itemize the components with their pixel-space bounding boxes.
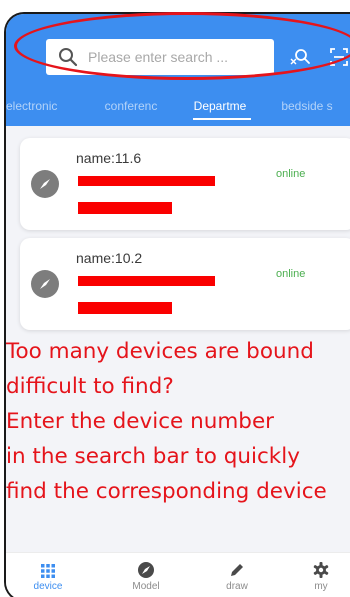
device-card[interactable]: name:11.6 online — [20, 138, 350, 230]
nav-device[interactable]: device — [18, 553, 78, 597]
promo-annotation: Too many devices are bound difficult to … — [6, 334, 350, 509]
promo-line: Too many devices are bound — [6, 339, 314, 364]
redaction-bar — [78, 176, 215, 186]
nav-draw[interactable]: draw — [207, 553, 267, 597]
device-name: name:10.2 — [76, 250, 143, 266]
redaction-bar — [78, 202, 172, 214]
tab-electronic[interactable]: electronic — [6, 92, 91, 126]
category-tabs: electronic conferenc Departme bedside s — [6, 92, 350, 126]
tab-conference[interactable]: conferenc — [91, 92, 171, 126]
gear-icon — [313, 562, 329, 578]
compass-icon — [138, 562, 154, 578]
device-name: name:11.6 — [76, 150, 142, 166]
bottom-nav: device Model draw my — [6, 552, 350, 597]
nav-model[interactable]: Model — [116, 553, 176, 597]
search-input[interactable] — [88, 49, 258, 65]
nav-my[interactable]: my — [291, 553, 350, 597]
search-box[interactable] — [46, 39, 274, 75]
nav-label: Model — [132, 581, 160, 592]
search-icon — [59, 48, 78, 67]
app-header: electronic conferenc Departme bedside s — [6, 14, 350, 126]
tab-department[interactable]: Departme — [181, 92, 259, 126]
redaction-bar — [78, 302, 172, 314]
promo-line: Enter the device number — [6, 409, 275, 434]
compass-icon — [31, 270, 59, 298]
status-badge: online — [276, 168, 306, 180]
nav-label: my — [314, 581, 328, 592]
status-badge: online — [276, 268, 306, 280]
compass-icon — [31, 170, 59, 198]
search-scan-icon[interactable] — [287, 44, 313, 70]
phone-frame: electronic conferenc Departme bedside s … — [4, 12, 350, 597]
promo-line: find the corresponding device — [6, 479, 327, 504]
grid-icon — [41, 564, 55, 578]
device-card[interactable]: name:10.2 online — [20, 238, 350, 330]
pencil-icon — [231, 564, 243, 576]
promo-line: in the search bar to quickly — [6, 444, 300, 469]
nav-label: device — [33, 581, 63, 592]
tab-bedside[interactable]: bedside s — [267, 92, 347, 126]
scan-frame-icon[interactable] — [326, 44, 350, 70]
promo-line: difficult to find? — [6, 374, 174, 399]
redaction-bar — [78, 276, 215, 286]
nav-label: draw — [226, 581, 248, 592]
